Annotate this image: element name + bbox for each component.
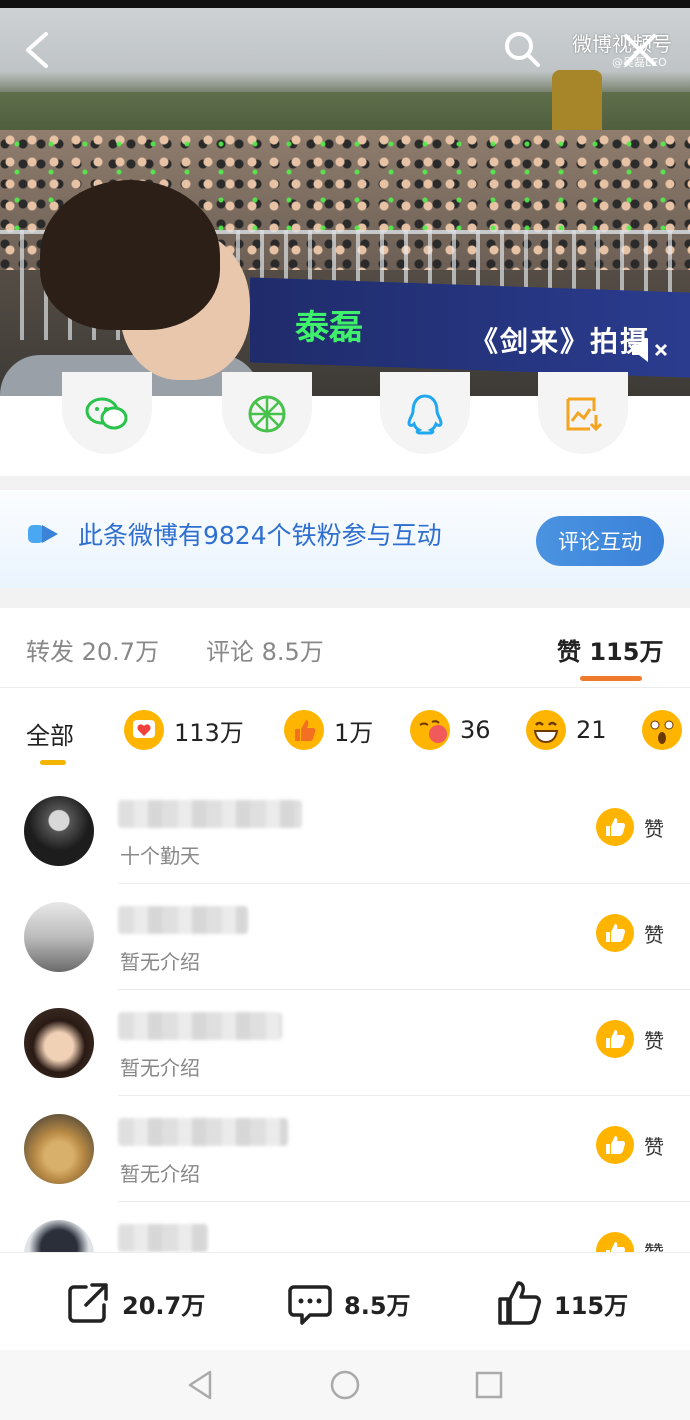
like-button[interactable]: 赞 bbox=[596, 808, 664, 846]
like-label: 赞 bbox=[644, 922, 664, 947]
like-button[interactable]: 赞 bbox=[596, 1126, 664, 1164]
filter-grin[interactable]: 21 bbox=[526, 710, 607, 750]
filter-heart[interactable]: 113万 bbox=[124, 710, 244, 750]
kiss-count: 36 bbox=[460, 716, 491, 744]
heart-emoji-icon bbox=[124, 710, 164, 750]
search-icon[interactable] bbox=[502, 28, 546, 68]
like-label: 赞 bbox=[644, 816, 664, 841]
list-item[interactable]: 赞 bbox=[0, 1202, 690, 1252]
banner-green-text: 泰磊 bbox=[295, 308, 363, 348]
avatar[interactable] bbox=[24, 1114, 94, 1184]
save-image-button[interactable] bbox=[538, 372, 628, 454]
mute-icon[interactable] bbox=[630, 336, 670, 364]
filter-surprised[interactable] bbox=[642, 710, 690, 750]
thumbs-up-icon bbox=[596, 1020, 634, 1058]
share-icon bbox=[68, 1283, 108, 1323]
user-desc: 暂无介绍 bbox=[120, 950, 200, 974]
thumbs-up-icon bbox=[596, 1126, 634, 1164]
list-item[interactable]: 十个勤天 赞 bbox=[0, 778, 690, 884]
comment-count: 8.5万 bbox=[344, 1291, 411, 1320]
share-moments-button[interactable] bbox=[222, 372, 312, 454]
avatar[interactable] bbox=[24, 1008, 94, 1078]
grin-count: 21 bbox=[576, 716, 607, 744]
user-desc: 暂无介绍 bbox=[120, 1162, 200, 1186]
video-player[interactable]: 泰磊 《剑来》拍摄 微博视频号 @吴磊LEO bbox=[0, 0, 690, 396]
like-label: 赞 bbox=[644, 1028, 664, 1053]
home-circle-icon[interactable] bbox=[328, 1368, 362, 1402]
thumbs-up-outline-icon bbox=[498, 1281, 541, 1325]
active-tab-indicator bbox=[580, 676, 642, 681]
wechat-icon bbox=[85, 397, 128, 430]
user-name-blurred[interactable] bbox=[118, 906, 248, 934]
iron-fan-text: 此条微博有9824个铁粉参与互动 bbox=[78, 521, 442, 550]
like-post-button[interactable]: 115万 bbox=[496, 1279, 628, 1327]
reaction-filter-bar: 全部 113万 1万 36 21 bbox=[0, 690, 690, 778]
share-qq-button[interactable] bbox=[380, 372, 470, 454]
repost-button[interactable]: 20.7万 bbox=[64, 1279, 205, 1327]
user-name-blurred[interactable] bbox=[118, 1012, 282, 1040]
like-button[interactable]: 赞 bbox=[596, 1020, 664, 1058]
share-row bbox=[0, 372, 690, 476]
thumbs-up-icon bbox=[596, 808, 634, 846]
like-button[interactable]: 赞 bbox=[596, 1232, 664, 1252]
user-name-blurred[interactable] bbox=[118, 1224, 208, 1252]
system-navigation-bar bbox=[0, 1350, 690, 1420]
back-triangle-icon[interactable] bbox=[184, 1368, 218, 1402]
thumbs-up-icon bbox=[596, 1232, 634, 1252]
avatar[interactable] bbox=[24, 796, 94, 866]
back-icon[interactable] bbox=[22, 30, 58, 70]
list-item[interactable]: 暂无介绍 赞 bbox=[0, 990, 690, 1096]
save-image-icon bbox=[566, 397, 603, 432]
comment-interact-button[interactable]: 评论互动 bbox=[536, 516, 664, 566]
iron-fan-banner: 此条微博有9824个铁粉参与互动 评论互动 bbox=[0, 490, 690, 588]
thumbs-up-icon bbox=[596, 914, 634, 952]
like-label: 赞 bbox=[644, 1237, 664, 1253]
avatar[interactable] bbox=[24, 1220, 94, 1252]
tab-likes[interactable]: 赞 115万 bbox=[557, 632, 663, 667]
comment-button[interactable]: 8.5万 bbox=[286, 1279, 411, 1327]
share-wechat-button[interactable] bbox=[62, 372, 152, 454]
qq-penguin-icon bbox=[407, 394, 443, 435]
thumbs-up-emoji-icon bbox=[284, 710, 324, 750]
surprised-emoji-icon bbox=[642, 710, 682, 750]
grin-emoji-icon bbox=[526, 710, 566, 750]
comment-icon bbox=[288, 1285, 332, 1325]
person-in-video bbox=[0, 180, 260, 396]
user-desc: 暂无介绍 bbox=[120, 1056, 200, 1080]
avatar[interactable] bbox=[24, 902, 94, 972]
repost-count: 20.7万 bbox=[122, 1291, 206, 1320]
close-icon[interactable] bbox=[620, 30, 660, 70]
filter-thumbs-up[interactable]: 1万 bbox=[284, 710, 373, 750]
user-name-blurred[interactable] bbox=[118, 800, 302, 828]
status-strip bbox=[0, 0, 690, 8]
list-item[interactable]: 暂无介绍 赞 bbox=[0, 884, 690, 990]
like-label: 赞 bbox=[644, 1134, 664, 1159]
bottom-action-bar: 20.7万 8.5万 115万 bbox=[0, 1252, 690, 1350]
tab-comments[interactable]: 评论 8.5万 bbox=[206, 632, 324, 667]
moments-icon bbox=[248, 395, 286, 433]
heart-count: 113万 bbox=[174, 718, 244, 747]
list-item[interactable]: 暂无介绍 赞 bbox=[0, 1096, 690, 1202]
tab-bar: 转发 20.7万 评论 8.5万 赞 115万 bbox=[0, 608, 690, 688]
user-name-blurred[interactable] bbox=[118, 1118, 288, 1146]
like-button[interactable]: 赞 bbox=[596, 914, 664, 952]
banner-title-text: 《剑来》拍摄 bbox=[470, 325, 651, 358]
tab-reposts[interactable]: 转发 20.7万 bbox=[26, 632, 159, 667]
recents-square-icon[interactable] bbox=[472, 1368, 506, 1402]
thumbs-up-count: 1万 bbox=[334, 718, 374, 747]
filter-all[interactable]: 全部 bbox=[26, 716, 74, 751]
filter-all-indicator bbox=[40, 760, 66, 765]
user-desc: 十个勤天 bbox=[120, 844, 200, 868]
filter-kiss[interactable]: 36 bbox=[410, 710, 491, 750]
kiss-emoji-icon bbox=[410, 710, 450, 750]
like-count: 115万 bbox=[554, 1291, 629, 1320]
likers-list: 十个勤天 赞 暂无介绍 赞 暂无介绍 赞 暂无介绍 赞 bbox=[0, 778, 690, 1252]
weibo-likes-screen: 泰磊 《剑来》拍摄 微博视频号 @吴磊LEO 此条微博有9824个铁粉参与互动 … bbox=[0, 0, 690, 1420]
fan-badge-icon bbox=[28, 525, 58, 543]
